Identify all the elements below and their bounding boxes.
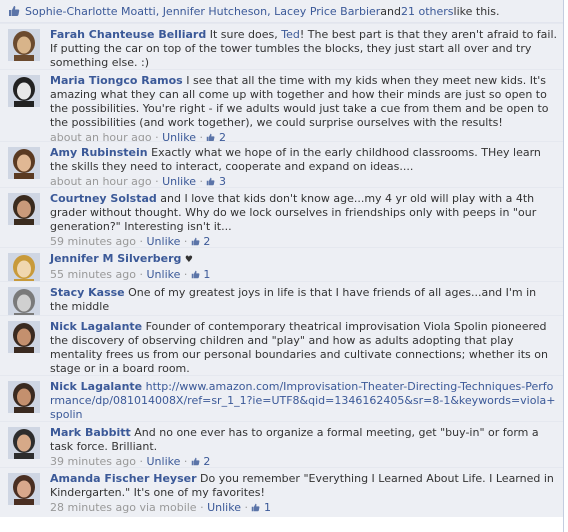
comment-timestamp[interactable]: 28 minutes ago via mobile (50, 501, 197, 514)
comment-item: Courtney Solstad and I love that kids do… (0, 187, 563, 247)
comment-item: Maria Tiongco Ramos I see that all the t… (0, 69, 563, 141)
avatar[interactable] (8, 75, 40, 107)
comment-list: Farah Chanteuse Belliard It sure does, T… (0, 23, 563, 517)
comment-meta: about an hour ago · Unlike · 2 (50, 131, 557, 141)
avatar[interactable] (8, 427, 40, 459)
comment-timestamp[interactable]: 59 minutes ago (50, 235, 136, 247)
comment-author-link[interactable]: Nick Lagalante (50, 380, 142, 393)
unlike-button[interactable]: Unlike (146, 268, 180, 281)
comment-author-link[interactable]: Amy Rubinstein (50, 146, 148, 159)
unlike-button[interactable]: Unlike (146, 235, 180, 247)
comment-like-count[interactable]: 2 (191, 455, 211, 467)
comment-item: Nick Lagalante Founder of contemporary t… (0, 315, 563, 375)
meta-separator: · (196, 501, 208, 514)
comment-meta: 28 minutes ago via mobile · Unlike · 1 (50, 501, 557, 515)
avatar[interactable] (8, 147, 40, 179)
meta-separator: · (135, 268, 147, 281)
thumbs-up-icon (191, 268, 200, 281)
mention-link[interactable]: Ted (281, 28, 300, 41)
comment-author-link[interactable]: Mark Babbitt (50, 426, 131, 439)
comment-item: Amanda Fischer Heyser Do you remember "E… (0, 467, 563, 517)
comment-text: Courtney Solstad and I love that kids do… (50, 192, 557, 234)
unlike-button[interactable]: Unlike (146, 455, 180, 467)
comment-like-count[interactable]: 3 (206, 175, 226, 187)
avatar[interactable] (8, 193, 40, 225)
comment-like-count[interactable]: 1 (191, 268, 211, 281)
comment-text: Nick Lagalante Founder of contemporary t… (50, 320, 557, 375)
like-count-number: 1 (260, 501, 271, 514)
comment-author-link[interactable]: Stacy Kasse (50, 286, 125, 299)
comments-panel: Sophie-Charlotte Moatti, Jennifer Hutche… (0, 0, 564, 532)
comment-text: Maria Tiongco Ramos I see that all the t… (50, 74, 557, 130)
comment-timestamp[interactable]: 55 minutes ago (50, 268, 136, 281)
comment-author-link[interactable]: Amanda Fischer Heyser (50, 472, 197, 485)
comment-meta: 59 minutes ago · Unlike · 2 (50, 235, 557, 247)
comment-meta: 39 minutes ago · Unlike · 2 (50, 455, 557, 467)
comment-text: Nick Lagalante http://www.amazon.com/Imp… (50, 380, 557, 421)
like-count-number: 2 (199, 235, 211, 247)
like-count-number: 3 (215, 175, 226, 187)
comment-meta: about an hour ago · Unlike · 3 (50, 175, 557, 187)
comment-like-count[interactable]: 2 (191, 235, 211, 247)
comment-like-count[interactable]: 2 (206, 131, 226, 141)
comment-item: Stacy Kasse One of my greatest joys in l… (0, 281, 563, 315)
comment-timestamp[interactable]: about an hour ago (50, 131, 152, 141)
comment-author-link[interactable]: Courtney Solstad (50, 192, 157, 205)
comment-author-link[interactable]: Maria Tiongco Ramos (50, 74, 183, 87)
heart-icon: ♥ (184, 255, 193, 265)
comment-like-count[interactable]: 1 (251, 501, 271, 514)
comment-item: Farah Chanteuse Belliard It sure does, T… (0, 23, 563, 69)
comment-text: Mark Babbitt And no one ever has to orga… (50, 426, 557, 454)
meta-separator: · (180, 455, 191, 467)
comment-text: Amy Rubinstein Exactly what we hope of i… (50, 146, 557, 174)
likes-suffix-text: like this. (453, 4, 500, 18)
unlike-button[interactable]: Unlike (207, 501, 241, 514)
avatar[interactable] (8, 29, 40, 61)
likes-and-text: and (380, 4, 401, 18)
like-count-number: 2 (215, 131, 226, 141)
meta-separator: · (180, 235, 191, 247)
meta-separator: · (135, 455, 147, 467)
thumbs-up-icon (191, 235, 200, 247)
meta-separator: · (151, 175, 163, 187)
avatar[interactable] (8, 253, 40, 281)
comment-author-link[interactable]: Farah Chanteuse Belliard (50, 28, 206, 41)
likes-summary: Sophie-Charlotte Moatti, Jennifer Hutche… (0, 0, 563, 23)
thumbs-up-icon (8, 5, 20, 17)
avatar[interactable] (8, 321, 40, 353)
meta-separator: · (135, 235, 147, 247)
comment-text: Jennifer M Silverberg ♥ (50, 252, 557, 267)
comment-item: Nick Lagalante http://www.amazon.com/Imp… (0, 375, 563, 421)
comment-text: Amanda Fischer Heyser Do you remember "E… (50, 472, 557, 500)
comment-meta: 55 minutes ago · Unlike · 1 (50, 268, 557, 281)
avatar[interactable] (8, 473, 40, 505)
unlike-button[interactable]: Unlike (162, 175, 196, 187)
likers-names-link[interactable]: Sophie-Charlotte Moatti, Jennifer Hutche… (25, 5, 380, 18)
comment-body: It sure does, (206, 28, 282, 41)
comment-item: Jennifer M Silverberg ♥ 55 minutes ago · … (0, 247, 563, 281)
meta-separator: · (195, 131, 207, 141)
comment-item: Amy Rubinstein Exactly what we hope of i… (0, 141, 563, 187)
like-count-number: 1 (199, 268, 211, 281)
meta-separator: · (195, 175, 207, 187)
comment-timestamp[interactable]: about an hour ago (50, 175, 152, 187)
meta-separator: · (151, 131, 163, 141)
comment-author-link[interactable]: Jennifer M Silverberg (50, 252, 181, 265)
avatar[interactable] (8, 381, 40, 413)
avatar[interactable] (8, 287, 40, 315)
meta-separator: · (180, 268, 191, 281)
like-count-number: 2 (199, 455, 211, 467)
comment-timestamp[interactable]: 39 minutes ago (50, 455, 136, 467)
comment-item: Mark Babbitt And no one ever has to orga… (0, 421, 563, 467)
meta-separator: · (240, 501, 252, 514)
thumbs-up-icon (191, 455, 200, 467)
unlike-button[interactable]: Unlike (162, 131, 196, 141)
comment-text: Stacy Kasse One of my greatest joys in l… (50, 286, 557, 314)
comment-author-link[interactable]: Nick Lagalante (50, 320, 142, 333)
comment-text: Farah Chanteuse Belliard It sure does, T… (50, 28, 557, 69)
others-link[interactable]: 21 others (401, 5, 454, 18)
